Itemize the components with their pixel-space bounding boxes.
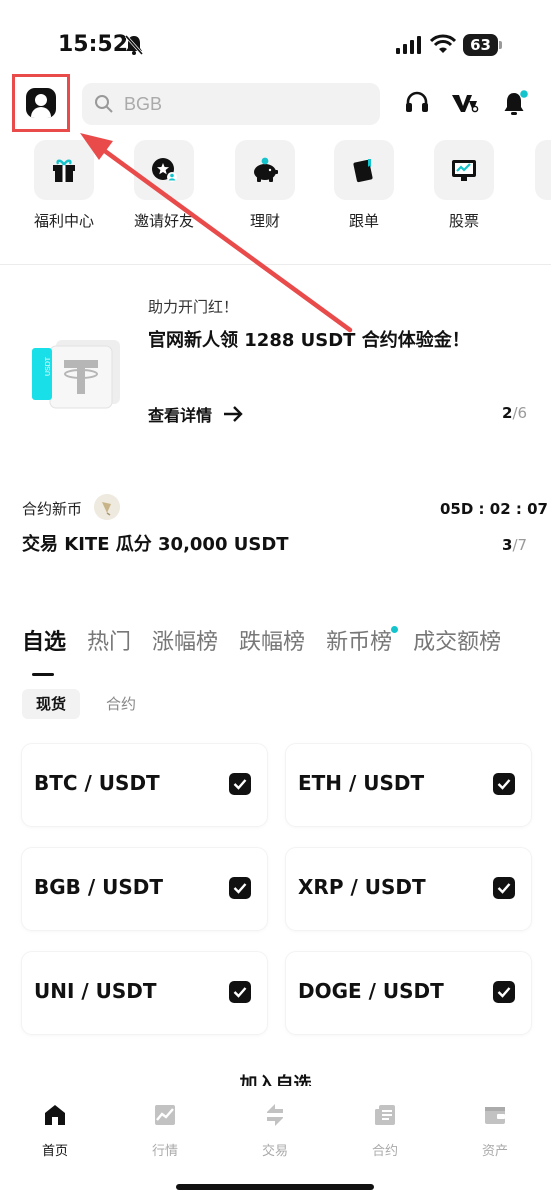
- banner-title: 官网新人领 1288 USDT 合约体验金！: [148, 330, 470, 351]
- quick-item-copy-trade[interactable]: 跟单: [314, 140, 414, 231]
- notification-bell-icon[interactable]: [500, 88, 530, 118]
- promo-countdown: 05D : 02 : 07: [440, 500, 548, 518]
- bell-mute-icon: [124, 35, 144, 55]
- tab-watchlist[interactable]: 自选: [22, 624, 66, 676]
- quick-item-more[interactable]: [515, 140, 551, 200]
- piggy-bank-icon: [254, 157, 278, 182]
- quick-item-welfare[interactable]: 福利中心: [14, 140, 114, 231]
- promo-page-current: 3: [502, 536, 513, 554]
- nav-label: 合约: [371, 1144, 398, 1159]
- add-watchlist-button[interactable]: 加入自选: [0, 1070, 551, 1086]
- quick-item-label: 跟单: [348, 212, 379, 230]
- section-divider: [0, 264, 551, 265]
- pair-card[interactable]: XRP / USDT: [286, 848, 531, 930]
- status-time: 15:52: [58, 32, 129, 57]
- usdt-promo-image: USDT: [32, 340, 120, 409]
- promo-label: 合约新币: [22, 500, 83, 518]
- pair-name: BTC / USDT: [34, 771, 160, 795]
- battery-icon: 63: [463, 34, 503, 56]
- gift-icon: [53, 159, 75, 182]
- quick-item-label: 邀请好友: [133, 212, 194, 230]
- quick-item-invite[interactable]: 邀请好友: [114, 140, 214, 231]
- checkbox-checked-icon[interactable]: [229, 773, 251, 795]
- copy-trade-icon: [353, 159, 373, 183]
- svg-text:USDT: USDT: [45, 356, 52, 376]
- quick-item-label: 福利中心: [33, 212, 94, 230]
- banner-pager: 2/6: [502, 404, 527, 422]
- pair-name: BGB / USDT: [34, 875, 164, 899]
- invite-friend-icon: [152, 158, 177, 182]
- pair-card[interactable]: BTC / USDT: [22, 744, 267, 826]
- tab-hot[interactable]: 热门: [87, 624, 131, 664]
- search-input[interactable]: [124, 93, 344, 115]
- wifi-icon: [430, 34, 456, 53]
- contract-icon: [375, 1105, 395, 1125]
- banner-subtitle: 助力开门红！: [148, 298, 239, 316]
- checkbox-checked-icon[interactable]: [493, 877, 515, 899]
- pair-card[interactable]: UNI / USDT: [22, 952, 267, 1034]
- nav-home[interactable]: 首页: [15, 1102, 95, 1159]
- nav-label: 交易: [261, 1144, 288, 1159]
- profile-avatar-button[interactable]: [12, 74, 70, 132]
- new-dot-badge: [391, 626, 399, 633]
- pair-card[interactable]: DOGE / USDT: [286, 952, 531, 1034]
- pair-card[interactable]: ETH / USDT: [286, 744, 531, 826]
- customer-service-icon[interactable]: [402, 88, 432, 118]
- search-icon: [95, 95, 113, 113]
- pair-name: XRP / USDT: [298, 875, 426, 899]
- nav-trade[interactable]: 交易: [235, 1102, 315, 1159]
- tab-losers[interactable]: 跌幅榜: [239, 624, 305, 664]
- tab-new-listings-label: 新币榜: [326, 630, 393, 655]
- tab-gainers[interactable]: 涨幅榜: [152, 624, 218, 664]
- subtab-futures[interactable]: 合约: [92, 689, 150, 719]
- stock-icon: [452, 160, 476, 181]
- kite-coin-icon: [94, 494, 120, 520]
- nav-label: 首页: [41, 1144, 68, 1159]
- tab-volume[interactable]: 成交额榜: [413, 624, 501, 664]
- signal-icon: [396, 36, 421, 54]
- market-subtabs: 现货 合约: [22, 689, 150, 719]
- nav-contract[interactable]: 合约: [345, 1102, 425, 1159]
- banner-page-current: 2: [502, 404, 513, 422]
- banner-more-link[interactable]: 查看详情: [148, 402, 244, 426]
- checkbox-checked-icon[interactable]: [229, 877, 251, 899]
- status-bar: 15:52 63: [0, 30, 551, 60]
- arrow-right-icon: [224, 406, 243, 422]
- nav-market[interactable]: 行情: [125, 1102, 205, 1159]
- banner-page-total: /6: [512, 404, 528, 422]
- tab-new-listings[interactable]: 新币榜: [326, 624, 399, 664]
- home-indicator: [176, 1184, 374, 1190]
- promo-title: 交易 KITE 瓜分 30,000 USDT: [22, 534, 289, 555]
- battery-level: 63: [463, 34, 498, 56]
- promo-pager: 3/7: [502, 536, 527, 554]
- nav-assets[interactable]: 资产: [455, 1102, 535, 1159]
- checkbox-checked-icon[interactable]: [493, 773, 515, 795]
- banner-more-label: 查看详情: [148, 406, 213, 425]
- trade-icon: [267, 1104, 283, 1126]
- wallet-icon: [485, 1107, 505, 1124]
- market-tabs: 自选 热门 涨幅榜 跌幅榜 新币榜 成交额榜: [22, 624, 522, 676]
- pair-card[interactable]: BGB / USDT: [22, 848, 267, 930]
- contract-promo[interactable]: 合约新币 05D : 02 : 07 交易 KITE 瓜分 30,000 USD…: [0, 490, 551, 560]
- home-icon: [45, 1105, 65, 1125]
- pair-name: DOGE / USDT: [298, 979, 444, 1003]
- market-icon: [155, 1105, 175, 1125]
- quick-item-wealth[interactable]: 理财: [215, 140, 315, 231]
- pair-name: ETH / USDT: [298, 771, 425, 795]
- nav-label: 资产: [481, 1144, 508, 1159]
- quick-item-label: 理财: [249, 212, 280, 230]
- promo-page-total: /7: [512, 536, 528, 554]
- pair-name: UNI / USDT: [34, 979, 157, 1003]
- quick-menu: 福利中心 邀请好友 理财 跟单 股票: [0, 140, 551, 240]
- wallet-switch-icon[interactable]: [450, 88, 480, 118]
- quick-item-label: 股票: [448, 212, 479, 230]
- checkbox-checked-icon[interactable]: [493, 981, 515, 1003]
- promo-banner[interactable]: USDT 助力开门红！ 官网新人领 1288 USDT 合约体验金！ 查看详情 …: [0, 266, 551, 446]
- search-bar[interactable]: [82, 83, 380, 125]
- quick-item-stock[interactable]: 股票: [414, 140, 514, 231]
- subtab-spot[interactable]: 现货: [22, 689, 81, 719]
- user-avatar-icon: [26, 88, 56, 118]
- nav-label: 行情: [151, 1144, 178, 1159]
- checkbox-checked-icon[interactable]: [229, 981, 251, 1003]
